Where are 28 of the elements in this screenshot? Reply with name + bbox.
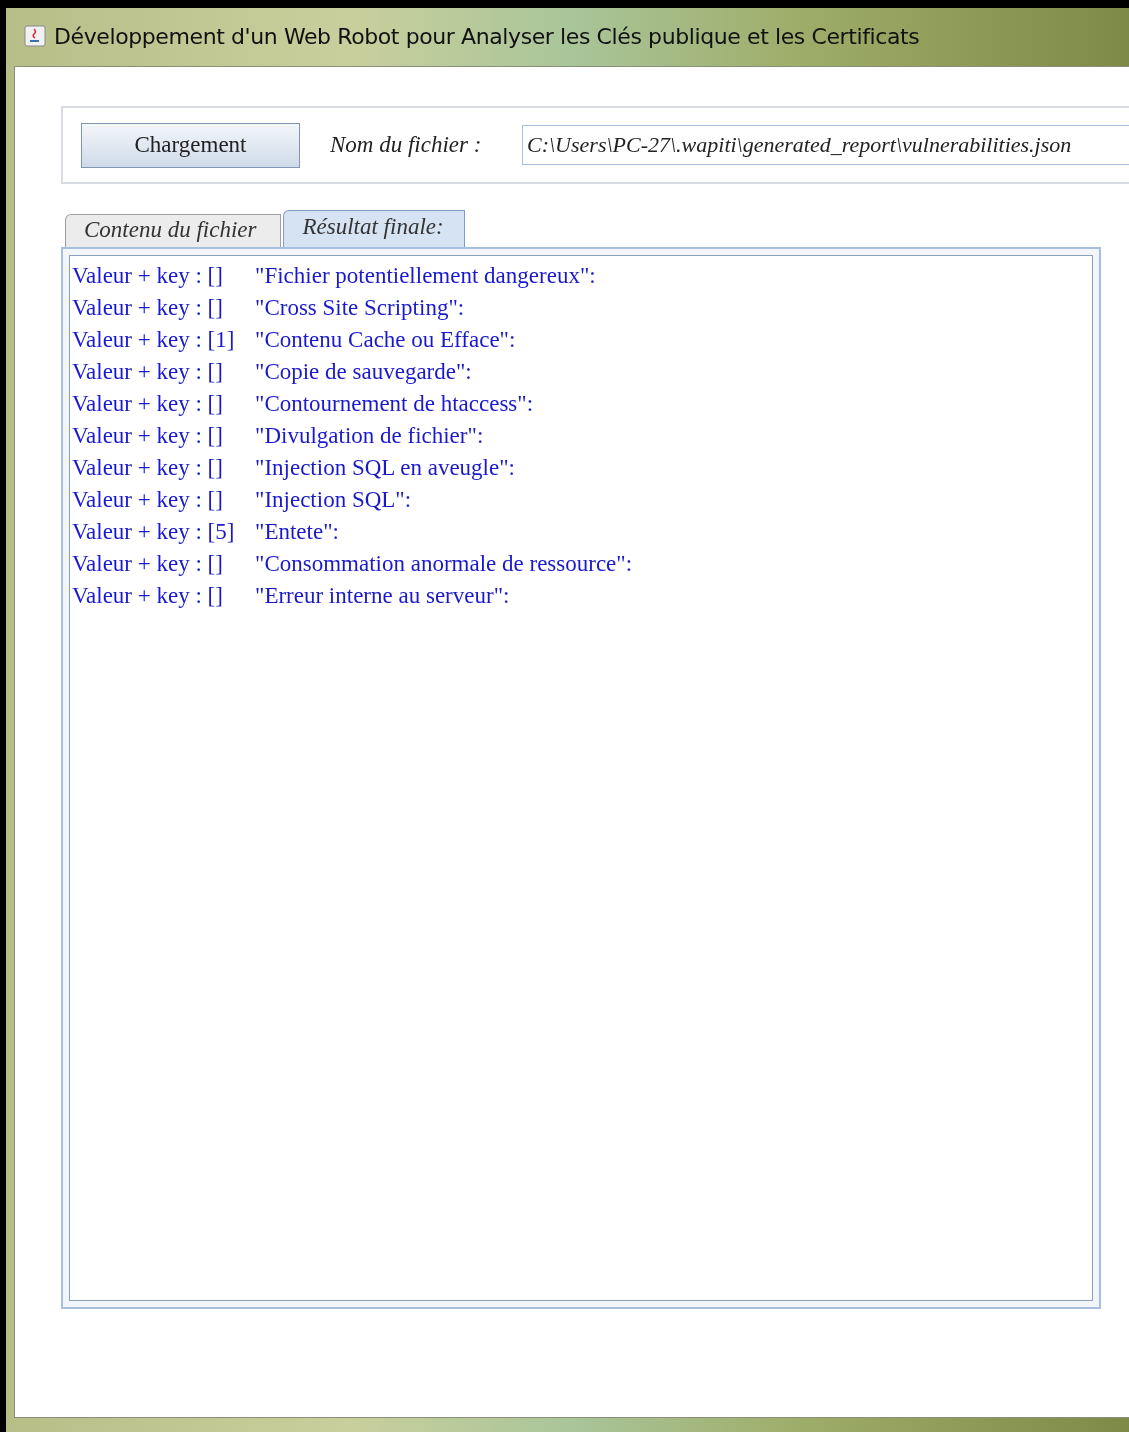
line-prefix: Valeur + key : [] [72, 359, 224, 385]
file-name-label: Nom du fichier : [330, 132, 483, 158]
line-prefix: Valeur + key : [1] [72, 327, 236, 353]
line-prefix: Valeur + key : [] [72, 423, 224, 449]
line-prefix: Valeur + key : [] [72, 487, 224, 513]
line-text: "Injection SQL": [255, 487, 412, 513]
window-title: Développement d'un Web Robot pour Analyser les Clés publique et les Certificats [54, 23, 920, 49]
line-text: "Consommation anormale de ressource": [255, 551, 633, 577]
line-prefix: Valeur + key : [] [72, 583, 224, 609]
line-prefix: Valeur + key : [5] [72, 519, 236, 545]
line-text: "Contournement de htaccess": [255, 391, 534, 417]
line-prefix: Valeur + key : [] [72, 263, 224, 289]
line-text: "Cross Site Scripting": [255, 295, 465, 321]
line-prefix: Valeur + key : [] [72, 551, 224, 577]
file-path-field[interactable]: C:\Users\PC-27\.wapiti\generated_report\vulnerabilities.json [522, 125, 1129, 165]
line-text: "Erreur interne au serveur": [255, 583, 510, 609]
line-text: "Copie de sauvegarde": [255, 359, 472, 385]
line-text: "Entete": [255, 519, 339, 545]
line-text: "Injection SQL en aveugle": [255, 455, 515, 481]
line-prefix: Valeur + key : [] [72, 391, 224, 417]
line-prefix: Valeur + key : [] [72, 295, 224, 321]
line-text: "Contenu Cache ou Efface": [255, 327, 516, 353]
line-text: "Fichier potentiellement dangereux": [255, 263, 596, 289]
line-text: "Divulgation de fichier": [255, 423, 484, 449]
tab[interactable]: Résultat finale: [283, 210, 465, 247]
load-button[interactable]: Chargement [81, 122, 300, 168]
line-prefix: Valeur + key : [] [72, 455, 224, 481]
tab[interactable]: Contenu du fichier [65, 214, 282, 247]
